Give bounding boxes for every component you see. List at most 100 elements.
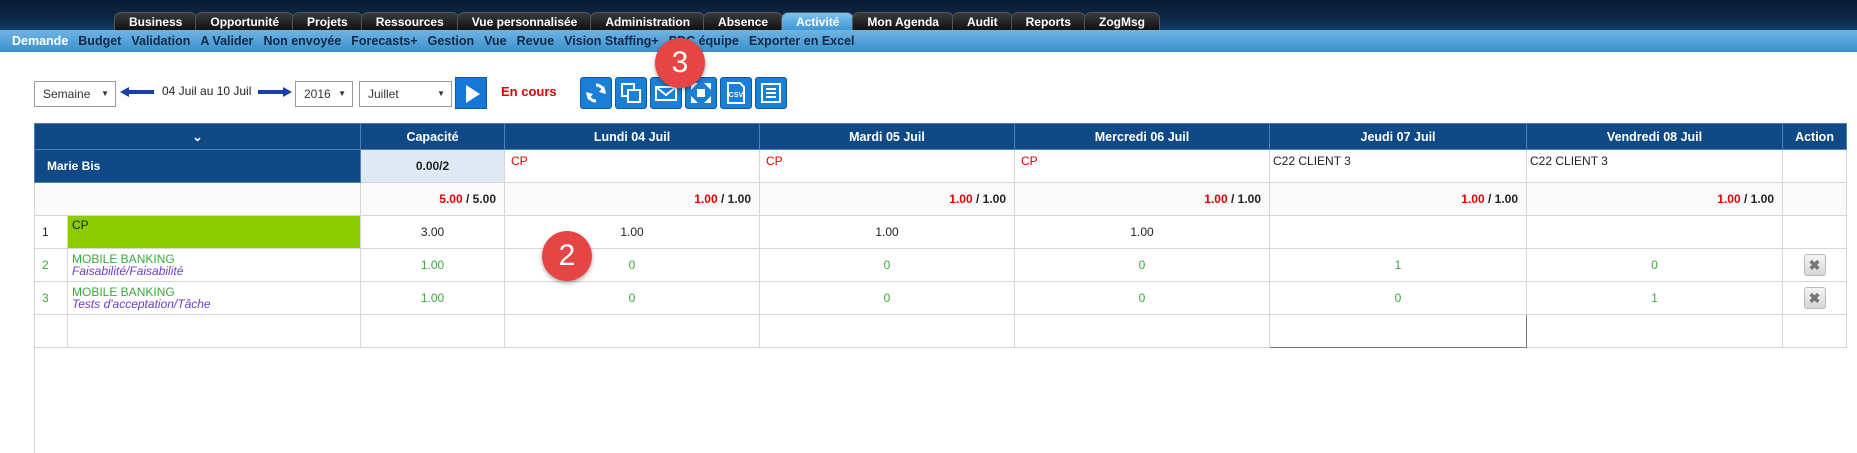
row-day-monday[interactable]: 1.00 [504, 215, 761, 249]
row-day-friday[interactable]: 1 [1526, 281, 1784, 315]
submenu-gestion[interactable]: Gestion [428, 30, 475, 52]
refresh-button[interactable] [580, 77, 612, 109]
submenu-revue[interactable]: Revue [517, 30, 555, 52]
row-day-friday[interactable]: 0 [1526, 248, 1784, 282]
row-day-friday[interactable] [1526, 215, 1784, 249]
submenu-non-envoyee[interactable]: Non envoyée [263, 30, 341, 52]
submenu-vision-staffing[interactable]: Vision Staffing+ [564, 30, 659, 52]
tab-audit[interactable]: Audit [951, 12, 1013, 30]
top-navigation-bar: Business Opportunité Projets Ressources … [0, 0, 1857, 30]
total-thursday-max: 1.00 [1494, 192, 1519, 206]
annotation-badge-3: 3 [655, 38, 705, 88]
day-header-wednesday: Mercredi 06 Juil [1014, 123, 1271, 150]
total-separator: / [1227, 192, 1238, 206]
date-range: 04 Juil au 10 Juil [162, 84, 252, 98]
tab-mon-agenda[interactable]: Mon Agenda [852, 12, 954, 30]
caret-down-icon: ▼ [437, 89, 445, 98]
tab-business[interactable]: Business [114, 12, 198, 30]
next-week-arrow-icon[interactable] [258, 87, 292, 97]
copy-button[interactable] [615, 77, 647, 109]
delete-row-button[interactable]: ✖ [1803, 254, 1826, 276]
person-capacity: 0.00/2 [360, 149, 506, 183]
row-day-thursday[interactable] [1269, 215, 1528, 249]
row-label: MOBILE BANKING Tests d'acceptation/Tâche [66, 281, 362, 315]
play-button[interactable] [455, 77, 487, 109]
csv-export-button[interactable]: CSV [720, 77, 752, 109]
empty-cell[interactable] [1014, 314, 1271, 348]
toolbar: Semaine ▼ 04 Juil au 10 Juil 2016 ▼ Juil… [34, 77, 834, 109]
row-capacity: 3.00 [360, 215, 506, 249]
empty-cell-selected[interactable] [1269, 314, 1528, 348]
empty-cell[interactable] [360, 314, 506, 348]
main-tabs: Business Opportunité Projets Ressources … [114, 12, 1160, 30]
total-capacity-used: 5.00 [439, 192, 463, 206]
row-day-wednesday[interactable]: 0 [1014, 281, 1271, 315]
day-header-monday: Lundi 04 Juil [504, 123, 761, 150]
copy-icon [621, 83, 641, 103]
person-day-monday[interactable]: CP [504, 149, 761, 183]
row-day-tuesday[interactable]: 1.00 [759, 215, 1016, 249]
tab-opportunite[interactable]: Opportunité [195, 12, 295, 30]
person-day-friday[interactable]: C22 CLIENT 3 [1526, 149, 1784, 183]
row-action: ✖ [1782, 281, 1848, 315]
empty-cell[interactable] [66, 314, 362, 348]
empty-row [34, 314, 1848, 348]
year-select[interactable]: 2016 ▼ [295, 81, 353, 107]
tab-zogmsg[interactable]: ZogMsg [1083, 12, 1160, 30]
total-capacity-max: 5.00 [472, 192, 497, 206]
empty-cell [34, 314, 68, 348]
submenu-vue[interactable]: Vue [484, 30, 506, 52]
day-header-tuesday: Mardi 05 Juil [759, 123, 1016, 150]
list-button[interactable] [755, 77, 787, 109]
caret-down-icon: ▼ [101, 89, 109, 98]
total-tuesday-max: 1.00 [982, 192, 1007, 206]
person-day-wednesday[interactable]: CP [1014, 149, 1271, 183]
tab-reports[interactable]: Reports [1010, 12, 1086, 30]
table-row: 3 MOBILE BANKING Tests d'acceptation/Tâc… [34, 281, 1848, 315]
sub-menu-bar: Demande Budget Validation A Valider Non … [0, 30, 1857, 52]
empty-cell[interactable] [1526, 314, 1784, 348]
row-day-thursday[interactable]: 1 [1269, 248, 1528, 282]
month-select-value: Juillet [368, 87, 399, 101]
capacity-header: Capacité [360, 123, 506, 150]
table-row: 2 MOBILE BANKING Faisabilité/Faisabilité… [34, 248, 1848, 282]
tab-projets[interactable]: Projets [292, 12, 363, 30]
delete-row-button[interactable]: ✖ [1803, 287, 1826, 309]
table-row: 1 CP 3.00 1.00 1.00 1.00 [34, 215, 1848, 249]
tab-absence[interactable]: Absence [703, 12, 784, 30]
row-capacity: 1.00 [360, 248, 506, 282]
row-day-wednesday[interactable]: 0 [1014, 248, 1271, 282]
person-day-tuesday[interactable]: CP [759, 149, 1016, 183]
empty-cell[interactable] [759, 314, 1016, 348]
row-day-monday[interactable]: 0 [504, 281, 761, 315]
submenu-budget[interactable]: Budget [78, 30, 121, 52]
month-select[interactable]: Juillet ▼ [359, 81, 452, 107]
row-day-wednesday[interactable]: 1.00 [1014, 215, 1271, 249]
empty-cell[interactable] [504, 314, 761, 348]
previous-week-arrow-icon[interactable] [120, 87, 154, 97]
submenu-forecasts[interactable]: Forecasts+ [351, 30, 417, 52]
total-wednesday-used: 1.00 [1204, 192, 1228, 206]
period-select-value: Semaine [43, 87, 91, 101]
total-separator: / [1740, 192, 1751, 206]
tab-vue-personnalisee[interactable]: Vue personnalisée [456, 12, 593, 30]
submenu-demande[interactable]: Demande [12, 30, 68, 52]
collapse-header[interactable]: ⌄ [33, 123, 362, 150]
period-select[interactable]: Semaine ▼ [34, 81, 116, 107]
action-header: Action [1782, 123, 1848, 150]
tab-administration[interactable]: Administration [590, 12, 706, 30]
row-label: MOBILE BANKING Faisabilité/Faisabilité [66, 248, 362, 282]
row-day-tuesday[interactable]: 0 [759, 281, 1016, 315]
row-day-thursday[interactable]: 0 [1269, 281, 1528, 315]
submenu-a-valider[interactable]: A Valider [200, 30, 253, 52]
year-select-value: 2016 [304, 87, 331, 101]
total-tuesday-used: 1.00 [949, 192, 973, 206]
person-day-thursday[interactable]: C22 CLIENT 3 [1269, 149, 1528, 183]
submenu-exporter-excel[interactable]: Exporter en Excel [749, 30, 855, 52]
tab-activite[interactable]: Activité [781, 12, 855, 30]
total-thursday-used: 1.00 [1461, 192, 1485, 206]
submenu-validation[interactable]: Validation [131, 30, 190, 52]
row-day-tuesday[interactable]: 0 [759, 248, 1016, 282]
tab-ressources[interactable]: Ressources [360, 12, 459, 30]
totals-action [1782, 182, 1848, 216]
